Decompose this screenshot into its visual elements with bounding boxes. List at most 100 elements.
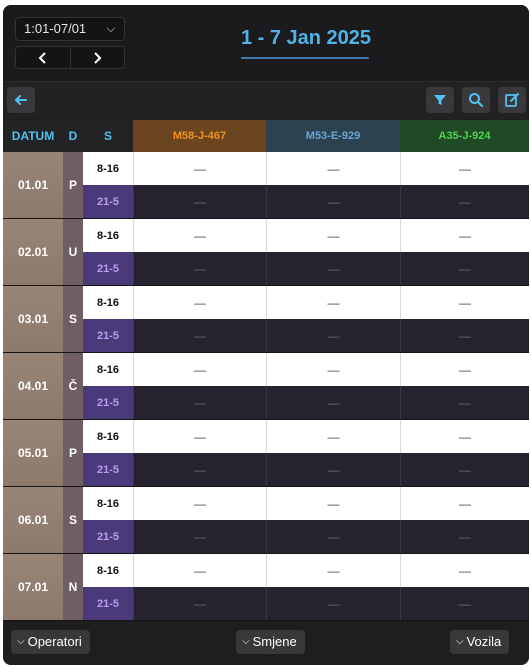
assignment-cell[interactable]: —: [266, 520, 400, 553]
vehicles-button[interactable]: ⌵ Vozila: [450, 630, 510, 654]
operators-button[interactable]: ⌵ Operatori: [11, 630, 90, 654]
search-button[interactable]: [462, 87, 490, 113]
edit-button[interactable]: [498, 87, 526, 113]
weekday-cell: S: [63, 286, 83, 352]
filter-button[interactable]: [426, 87, 454, 113]
chevron-down-icon: ⌵: [456, 636, 464, 647]
chevron-left-icon: [38, 52, 46, 64]
shift-day-cell: 8-16: [83, 286, 133, 319]
column-header-shift: S: [83, 120, 133, 152]
assignment-cell[interactable]: —: [266, 554, 400, 587]
toolbar: [3, 81, 529, 119]
assignment-cell[interactable]: —: [266, 420, 400, 453]
assignment-cell[interactable]: —: [266, 353, 400, 386]
assignment-cell[interactable]: —: [400, 554, 529, 587]
row-divider: [3, 620, 529, 621]
shift-night-cell: 21-5: [83, 587, 133, 620]
column-header-vehicle[interactable]: M53-E-929: [266, 120, 400, 152]
chevron-down-icon: ⌵: [106, 23, 115, 35]
shift-night-cell: 21-5: [83, 185, 133, 218]
date-range-value: 1:01-07/01: [24, 21, 87, 36]
shift-day-cell: 8-16: [83, 353, 133, 386]
assignment-cell[interactable]: —: [133, 386, 266, 419]
assignment-cell[interactable]: —: [266, 319, 400, 352]
assignment-cell[interactable]: —: [266, 152, 400, 185]
prev-week-button[interactable]: [16, 47, 70, 68]
shift-day-cell: 8-16: [83, 152, 133, 185]
date-range-select[interactable]: 1:01-07/01 ⌵: [15, 17, 125, 41]
assignment-cell[interactable]: —: [133, 520, 266, 553]
weekday-cell: P: [63, 420, 83, 486]
assignment-cell[interactable]: —: [400, 219, 529, 252]
column-header-vehicle[interactable]: M58-J-467: [133, 120, 266, 152]
assignment-cell[interactable]: —: [266, 219, 400, 252]
search-icon: [469, 93, 483, 107]
assignment-cell[interactable]: —: [400, 185, 529, 218]
footer: ⌵ Operatori ⌵ Smjene ⌵ Vozila: [3, 622, 529, 665]
chevron-right-icon: [94, 52, 102, 64]
date-cell: 02.01: [3, 219, 63, 285]
assignment-cell[interactable]: —: [133, 252, 266, 285]
assignment-cell[interactable]: —: [133, 219, 266, 252]
date-cell: 06.01: [3, 487, 63, 553]
shifts-button[interactable]: ⌵ Smjene: [236, 630, 305, 654]
assignment-cell[interactable]: —: [400, 453, 529, 486]
weekday-cell: Č: [63, 353, 83, 419]
assignment-cell[interactable]: —: [400, 353, 529, 386]
assignment-cell[interactable]: —: [400, 319, 529, 352]
column-header-vehicle[interactable]: A35-J-924: [400, 120, 529, 152]
weekday-cell: S: [63, 487, 83, 553]
shift-night-cell: 21-5: [83, 252, 133, 285]
vehicles-label: Vozila: [466, 634, 502, 649]
assignment-cell[interactable]: —: [133, 587, 266, 620]
scheduler-app: 1:01-07/01 ⌵ 1 - 7 Jan 2025 DATUM D S M5…: [3, 5, 529, 665]
day-row: 02.01 U 8-16 21-5— — — — — —: [3, 219, 529, 286]
day-row: 04.01 Č 8-16 21-5— — — — — —: [3, 353, 529, 420]
assignment-cell[interactable]: —: [400, 487, 529, 520]
column-header-dow: D: [63, 120, 83, 152]
operators-label: Operatori: [27, 634, 82, 649]
chevron-down-icon: ⌵: [17, 636, 25, 647]
title-underline: [241, 57, 369, 59]
schedule-table: DATUM D S M58-J-467 M53-E-929 A35-J-924 01…: [3, 120, 529, 622]
assignment-cell[interactable]: —: [133, 319, 266, 352]
assignment-cell[interactable]: —: [400, 587, 529, 620]
assignment-cell[interactable]: —: [400, 286, 529, 319]
next-week-button[interactable]: [69, 47, 125, 68]
day-row: 07.01 N 8-16 21-5— — — — — —: [3, 554, 529, 621]
assignment-cell[interactable]: —: [266, 587, 400, 620]
day-row: 05.01 P 8-16 21-5— — — — — —: [3, 420, 529, 487]
assignment-cell[interactable]: —: [133, 487, 266, 520]
assignment-cell[interactable]: —: [133, 453, 266, 486]
shift-night-cell: 21-5: [83, 453, 133, 486]
header: 1:01-07/01 ⌵ 1 - 7 Jan 2025: [3, 5, 529, 81]
date-cell: 07.01: [3, 554, 63, 620]
assignment-cell[interactable]: —: [400, 520, 529, 553]
assignment-cell[interactable]: —: [266, 487, 400, 520]
assignment-cell[interactable]: —: [133, 353, 266, 386]
assignment-cell[interactable]: —: [266, 453, 400, 486]
assignment-cell[interactable]: —: [266, 252, 400, 285]
assignment-cell[interactable]: —: [133, 286, 266, 319]
day-row: 01.01 P 8-16 21-5— — — — — —: [3, 152, 529, 219]
assignment-cell[interactable]: —: [400, 252, 529, 285]
assignment-cell[interactable]: —: [400, 152, 529, 185]
shift-day-cell: 8-16: [83, 554, 133, 587]
day-row: 06.01 S 8-16 21-5— — — — — —: [3, 487, 529, 554]
assignment-cell[interactable]: —: [133, 152, 266, 185]
assignment-cell[interactable]: —: [133, 185, 266, 218]
date-cell: 01.01: [3, 152, 63, 218]
shifts-label: Smjene: [252, 634, 297, 649]
assignment-cell[interactable]: —: [266, 185, 400, 218]
back-button[interactable]: [7, 87, 35, 113]
assignment-cell[interactable]: —: [133, 420, 266, 453]
assignment-cell[interactable]: —: [266, 286, 400, 319]
assignment-cell[interactable]: —: [133, 554, 266, 587]
date-cell: 05.01: [3, 420, 63, 486]
assignment-cell[interactable]: —: [266, 386, 400, 419]
week-navigation: [15, 46, 125, 69]
shift-night-cell: 21-5: [83, 520, 133, 553]
assignment-cell[interactable]: —: [400, 386, 529, 419]
weekday-cell: N: [63, 554, 83, 620]
assignment-cell[interactable]: —: [400, 420, 529, 453]
